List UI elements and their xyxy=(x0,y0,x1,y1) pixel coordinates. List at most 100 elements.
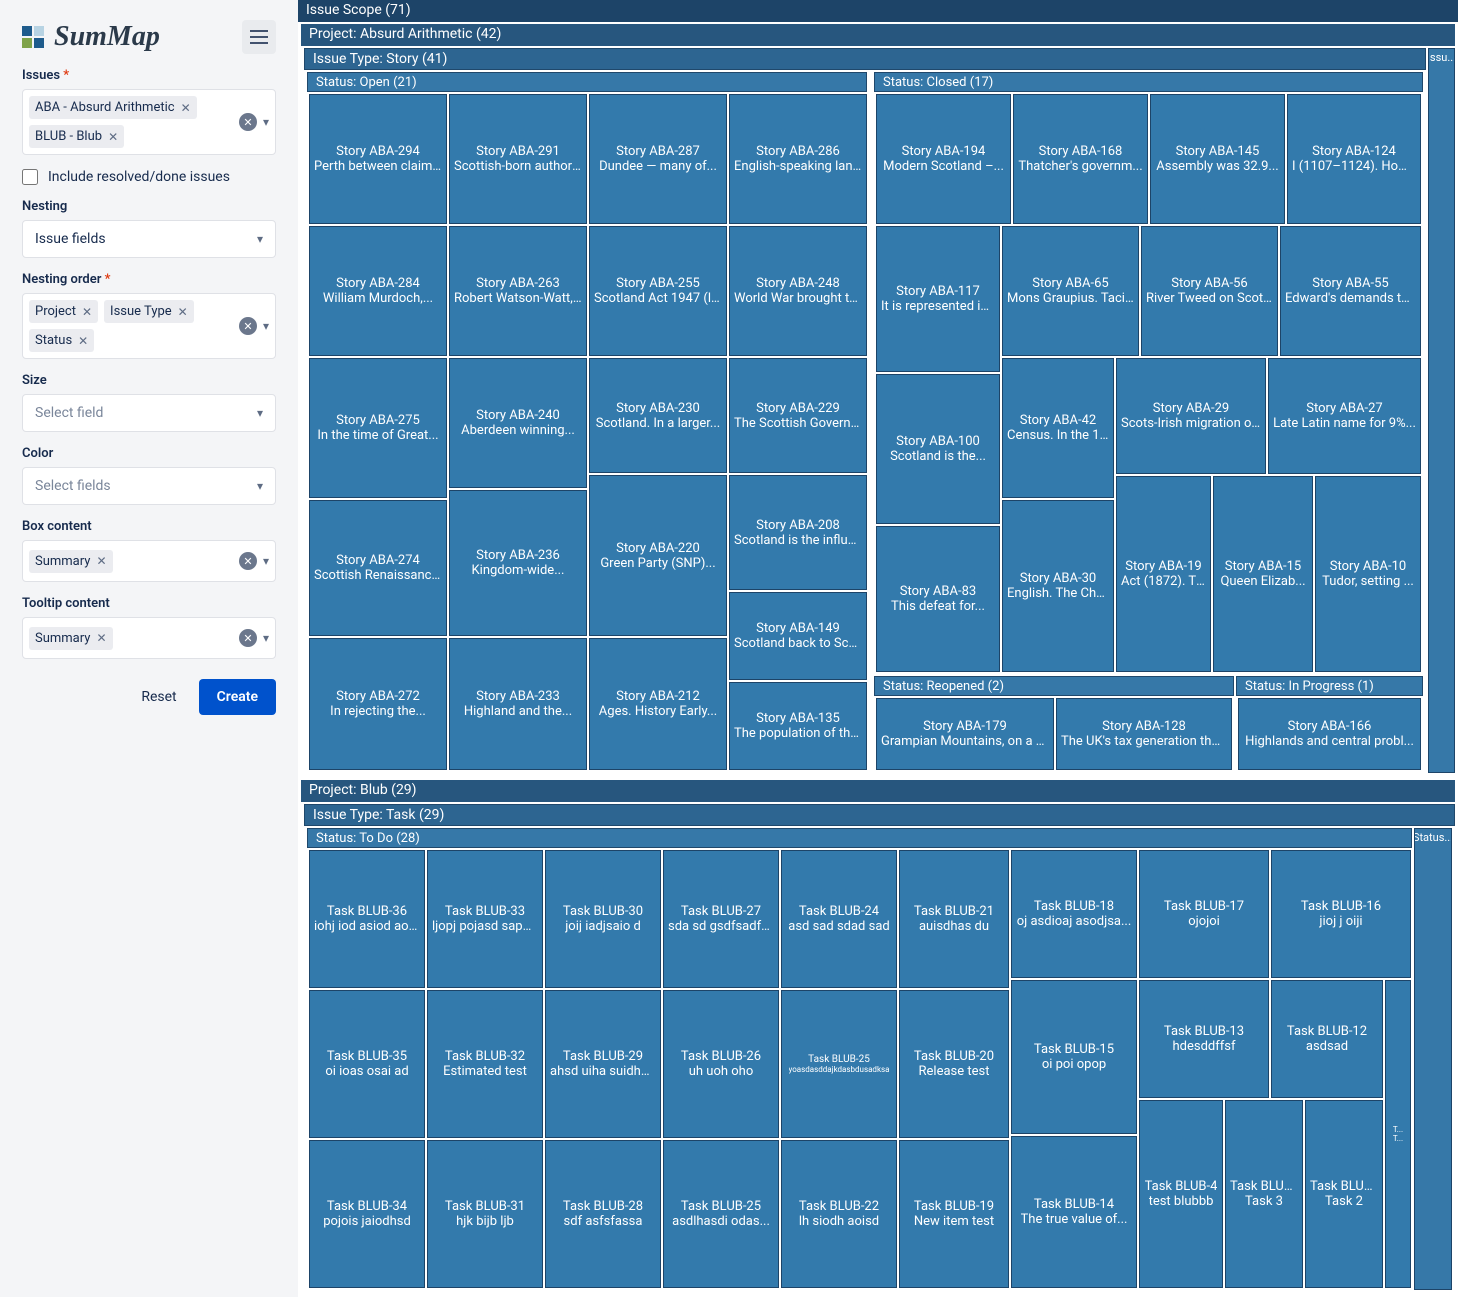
treemap-tile[interactable]: Story ABA-255Scotland Act 1947 (later... xyxy=(589,226,727,356)
treemap-tile[interactable]: Task BLUB-36iohj iod asiod aohd xyxy=(309,850,425,988)
treemap-tile[interactable]: Story ABA-83This defeat for... xyxy=(876,526,1000,672)
treemap-tile[interactable]: Story ABA-42Census. In the 1... xyxy=(1002,358,1114,498)
treemap-tile[interactable]: Story ABA-15Queen Elizab... xyxy=(1213,476,1313,672)
treemap-tile[interactable]: Story ABA-291Scottish-born authors... xyxy=(449,94,587,224)
treemap-tile[interactable]: Story ABA-274Scottish Renaissance... xyxy=(309,500,447,636)
treemap-tile[interactable]: Story ABA-220Green Party (SNP)... xyxy=(589,475,727,636)
nesting-order-tagbox[interactable]: Project✕ Issue Type✕ Status✕ ✕ ▾ xyxy=(22,293,276,359)
treemap-tile[interactable]: Story ABA-212Ages. History Early... xyxy=(589,638,727,770)
treemap-tile[interactable]: Story ABA-117It is represented in... xyxy=(876,226,1000,372)
scope-header: Issue Scope (71) xyxy=(298,0,1458,22)
create-button[interactable]: Create xyxy=(199,679,276,715)
treemap-tile[interactable]: Story ABA-55Edward's demands to... xyxy=(1280,226,1421,356)
close-icon[interactable]: ✕ xyxy=(82,305,92,319)
box-content-tagbox[interactable]: Summary✕ ✕ ▾ xyxy=(22,540,276,582)
treemap-tile[interactable]: Task BLUB-29ahsd uiha suidhs a xyxy=(545,990,661,1138)
chevron-down-icon[interactable]: ▾ xyxy=(263,319,269,333)
treemap-tile[interactable]: Task BLUB-21auisdhas du xyxy=(899,850,1009,988)
treemap-tile[interactable]: Task BLUB-25yoasdasddajkdasbdusadksa xyxy=(781,990,897,1138)
chevron-down-icon[interactable]: ▾ xyxy=(263,631,269,645)
close-icon[interactable]: ✕ xyxy=(178,305,188,319)
treemap-tile[interactable]: Task BLUB-17ojojoi xyxy=(1139,850,1269,978)
treemap-tile[interactable]: Story ABA-230Scotland. In a larger... xyxy=(589,358,727,473)
treemap-tile[interactable]: Task BLUB-16jioj j oiji xyxy=(1271,850,1411,978)
treemap-tile[interactable]: Story ABA-29Scots-Irish migration or... xyxy=(1116,358,1266,474)
treemap-tile[interactable]: Task BLUB-32Estimated test xyxy=(427,990,543,1138)
treemap-tile[interactable]: Task BLUB-33ljopj pojasd sapdsjd xyxy=(427,850,543,988)
treemap-tile[interactable]: Story ABA-294Perth between claima... xyxy=(309,94,447,224)
treemap-tile[interactable]: Story ABA-179Grampian Mountains, on a L.… xyxy=(876,698,1054,770)
clear-all-button[interactable]: ✕ xyxy=(239,317,257,335)
box-content-label: Box content xyxy=(22,519,276,534)
sidebar-collapse-button[interactable] xyxy=(242,20,276,54)
treemap-tile[interactable]: Story ABA-30English. The Chu... xyxy=(1002,500,1114,672)
treemap-tile[interactable]: Task BLUB-18oj asdioaj asodjsa... xyxy=(1011,850,1137,978)
treemap-tile[interactable]: Task BLUB-20Release test xyxy=(899,990,1009,1138)
include-resolved-checkbox[interactable] xyxy=(22,169,38,185)
clear-all-button[interactable]: ✕ xyxy=(239,552,257,570)
treemap-tile[interactable]: Task BLUB-30joij iadjsaio d xyxy=(545,850,661,988)
treemap-tile[interactable]: Task BLUB-28sdf asfsfassa xyxy=(545,1140,661,1288)
treemap-tile[interactable]: Story ABA-240Aberdeen winning... xyxy=(449,358,587,488)
close-icon[interactable]: ✕ xyxy=(96,631,106,645)
treemap-tile[interactable]: Story ABA-65Mons Graupius. Taci... xyxy=(1002,226,1139,356)
treemap-tile[interactable]: Story ABA-128The UK's tax generation the… xyxy=(1056,698,1232,770)
nesting-select[interactable]: Issue fields ▾ xyxy=(22,220,276,258)
treemap-tile[interactable]: Task BLUB-12asdsad xyxy=(1271,980,1383,1098)
treemap-tile[interactable]: Task BLUB-34pojois jaiodhsd xyxy=(309,1140,425,1288)
treemap-tile[interactable]: Task BLUB-26uh uoh oho xyxy=(663,990,779,1138)
treemap-tile[interactable]: Story ABA-284William Murdoch,... xyxy=(309,226,447,356)
treemap-tile[interactable]: Story ABA-27Late Latin name for 9%... xyxy=(1268,358,1421,474)
treemap-tile[interactable]: Task BLUB-25asdlhasdi odas... xyxy=(663,1140,779,1288)
treemap-tile[interactable]: Task BLUB-13hdesddffsf xyxy=(1139,980,1269,1098)
treemap-tile[interactable]: Story ABA-263Robert Watson-Watt,... xyxy=(449,226,587,356)
close-icon[interactable]: ✕ xyxy=(78,334,88,348)
treemap-tile[interactable]: Story ABA-19Act (1872). The... xyxy=(1116,476,1211,672)
treemap-tile[interactable]: Task BLUB-3Task 3 xyxy=(1225,1100,1303,1288)
treemap-tile[interactable]: Task BLUB-2Task 2 xyxy=(1305,1100,1383,1288)
treemap-tile[interactable]: Task BLUB-31hjk bijb ljb xyxy=(427,1140,543,1288)
treemap-tile[interactable]: Story ABA-275In the time of Great... xyxy=(309,358,447,498)
treemap-tile[interactable]: T...T... xyxy=(1385,980,1411,1288)
close-icon[interactable]: ✕ xyxy=(96,554,106,568)
treemap-tile[interactable]: Task BLUB-22lh siodh aoisd xyxy=(781,1140,897,1288)
treemap-tile[interactable]: Story ABA-229The Scottish Governm... xyxy=(729,358,867,473)
treemap-tile[interactable]: Story ABA-286English-speaking land... xyxy=(729,94,867,224)
chevron-down-icon[interactable]: ▾ xyxy=(263,554,269,568)
treemap-tile[interactable]: Task BLUB-15oi poi opop xyxy=(1011,980,1137,1134)
treemap-tile[interactable]: Story ABA-56River Tweed on Scott... xyxy=(1141,226,1278,356)
treemap-tile[interactable]: Task BLUB-19New item test xyxy=(899,1140,1009,1288)
issues-tagbox[interactable]: ABA - Absurd Arithmetic✕ BLUB - Blub✕ ✕ … xyxy=(22,89,276,155)
treemap-tile[interactable]: Story ABA-135The population of the west … xyxy=(729,682,867,770)
treemap-tile[interactable]: Task BLUB-27sda sd gsdfsadfsa xyxy=(663,850,779,988)
treemap-tile[interactable]: Story ABA-124I (1107–1124). Howev... xyxy=(1287,94,1421,224)
treemap-tile[interactable]: Story ABA-145Assembly was 32.9... xyxy=(1150,94,1285,224)
close-icon[interactable]: ✕ xyxy=(108,130,118,144)
reset-button[interactable]: Reset xyxy=(131,679,186,715)
treemap-tile[interactable]: Story ABA-236Kingdom-wide... xyxy=(449,490,587,636)
treemap-tile[interactable]: Task BLUB-4test blubbb xyxy=(1139,1100,1223,1288)
treemap-tile[interactable]: Task BLUB-14The true value of... xyxy=(1011,1136,1137,1288)
tooltip-content-tagbox[interactable]: Summary✕ ✕ ▾ xyxy=(22,617,276,659)
treemap-tile[interactable]: Story ABA-100Scotland is the... xyxy=(876,374,1000,524)
treemap-tile[interactable]: Story ABA-272In rejecting the... xyxy=(309,638,447,770)
size-select[interactable]: Select field ▾ xyxy=(22,394,276,432)
treemap-tile[interactable]: Story ABA-149Scotland back to Scotland..… xyxy=(729,592,867,680)
treemap-tile[interactable]: Story ABA-166Highlands and central probl… xyxy=(1238,698,1421,770)
treemap-tile[interactable]: Task BLUB-35oi ioas osai ad xyxy=(309,990,425,1138)
issuetype-strip[interactable]: Issu... xyxy=(1428,48,1455,773)
treemap-tile[interactable]: Story ABA-287Dundee — many of... xyxy=(589,94,727,224)
treemap-tile[interactable]: Story ABA-194Modern Scotland –... xyxy=(876,94,1011,224)
color-select[interactable]: Select fields ▾ xyxy=(22,467,276,505)
chevron-down-icon[interactable]: ▾ xyxy=(263,115,269,129)
clear-all-button[interactable]: ✕ xyxy=(239,629,257,647)
treemap-tile[interactable]: Story ABA-10Tudor, setting ... xyxy=(1315,476,1421,672)
treemap-tile[interactable]: Story ABA-233Highland and the... xyxy=(449,638,587,770)
close-icon[interactable]: ✕ xyxy=(181,101,191,115)
status-strip[interactable]: Status... xyxy=(1414,828,1452,1290)
treemap-tile[interactable]: Story ABA-208Scotland is the influx of..… xyxy=(729,475,867,590)
treemap-tile[interactable]: Story ABA-168Thatcher's governm... xyxy=(1013,94,1148,224)
clear-all-button[interactable]: ✕ xyxy=(239,113,257,131)
treemap-tile[interactable]: Story ABA-248World War brought to... xyxy=(729,226,867,356)
treemap-tile[interactable]: Task BLUB-24asd sad sdad sad xyxy=(781,850,897,988)
